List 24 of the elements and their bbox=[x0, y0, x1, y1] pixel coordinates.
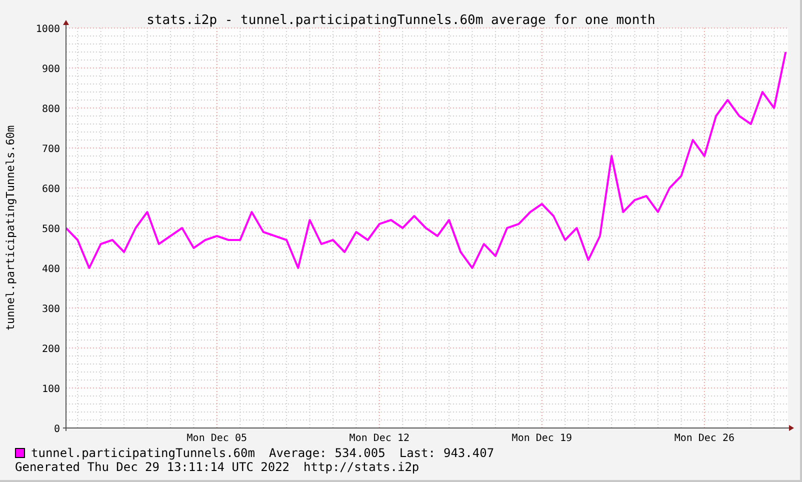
url-text: http://stats.i2p bbox=[304, 460, 420, 474]
y-tick-label: 0 bbox=[54, 424, 60, 435]
y-tick-label: 900 bbox=[42, 64, 60, 75]
y-tick-label: 500 bbox=[42, 224, 60, 235]
generated-text: Generated Thu Dec 29 13:11:14 UTC 2022 bbox=[15, 460, 290, 474]
y-tick-label: 300 bbox=[42, 304, 60, 315]
last-value: 943.407 bbox=[443, 446, 494, 460]
x-tick-label: Mon Dec 19 bbox=[512, 433, 572, 444]
chart-title: stats.i2p - tunnel.participatingTunnels.60m average for one month bbox=[146, 13, 656, 28]
average-value: 534.005 bbox=[334, 446, 386, 460]
y-tick-label: 200 bbox=[42, 344, 60, 355]
legend-label: tunnel.participatingTunnels.60m bbox=[31, 446, 255, 460]
y-tick-label: 700 bbox=[42, 144, 60, 155]
y-axis-label: tunnel.participatingTunnels.60m bbox=[4, 125, 17, 331]
last-label: Last: bbox=[399, 446, 436, 460]
y-tick-label: 600 bbox=[42, 184, 60, 195]
y-tick-label: 100 bbox=[42, 384, 60, 395]
average-label: Average: bbox=[268, 446, 327, 460]
x-tick-label: Mon Dec 12 bbox=[349, 433, 410, 444]
x-tick-label: Mon Dec 05 bbox=[186, 433, 247, 444]
y-tick-label: 400 bbox=[42, 264, 60, 275]
x-tick-label: Mon Dec 26 bbox=[674, 433, 735, 444]
y-tick-label: 1000 bbox=[36, 24, 60, 35]
y-tick-label: 800 bbox=[42, 104, 60, 115]
